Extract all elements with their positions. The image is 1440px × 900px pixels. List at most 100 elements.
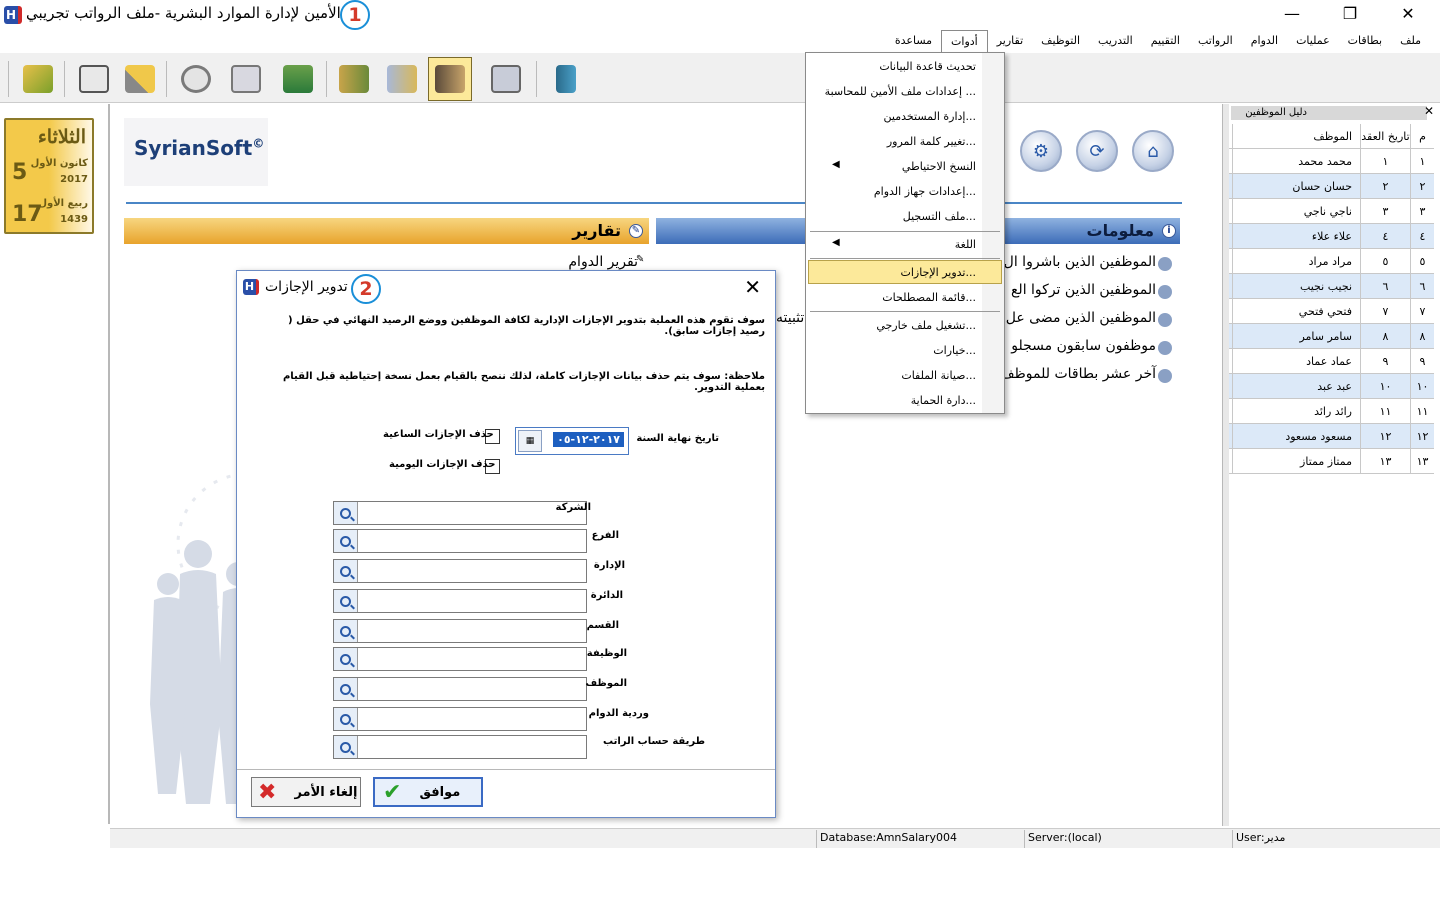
info-link-4[interactable]: موظفون سابقون مسجلو (1011, 338, 1156, 354)
column-header-employee[interactable]: الموظف (1232, 124, 1360, 149)
menu-item-attendance-device[interactable]: إعدادات جهاز الدوام... (874, 185, 976, 198)
menu-evaluation[interactable]: التقييم (1142, 30, 1189, 52)
documents-icon[interactable] (380, 57, 424, 101)
settings-icon[interactable]: ⚙ (1020, 130, 1062, 172)
row-contract: ٧ (1360, 299, 1410, 324)
search-icon[interactable] (334, 736, 358, 758)
hijri-year: 1439 (60, 214, 88, 225)
menu-item-manage-users[interactable]: إدارة المستخدمين... (884, 110, 976, 123)
menu-item-file-maintenance[interactable]: صيانة الملفات... (901, 369, 976, 382)
shift-lookup-field[interactable] (333, 707, 587, 731)
menu-reports[interactable]: تقارير (988, 30, 1032, 52)
menu-attendance[interactable]: الدوام (1242, 30, 1287, 52)
table-row[interactable]: ٨ ٨ سامر سامر (1229, 324, 1434, 349)
info-link-5[interactable]: آخر عشر بطاقات للموظف (1000, 366, 1156, 382)
menu-help[interactable]: مساعدة (886, 30, 941, 52)
row-employee: محمد محمد (1232, 149, 1360, 174)
application-window: H الأمين لإدارة الموارد البشرية -ملف الر… (0, 0, 1440, 900)
menu-item-backup[interactable]: النسخ الاحتياطي (902, 160, 976, 173)
row-employee: رائد رائد (1232, 399, 1360, 424)
menu-item-rotate-vacations[interactable]: تدوير الإجازات... (901, 266, 976, 279)
menu-item-update-db[interactable]: تحديث قاعدة البيانات (879, 60, 976, 73)
menu-bar: ملف بطاقات عمليات الدوام الرواتب التقييم… (0, 30, 1440, 52)
cancel-button[interactable]: ✖ إلغاء الأمر (251, 777, 361, 807)
calendar-icon[interactable]: ▦ (518, 430, 542, 452)
menu-item-glossary[interactable]: قائمة المصطلحات... (882, 291, 976, 304)
app-logo-icon[interactable]: H (4, 6, 22, 24)
search-icon[interactable] (334, 502, 358, 524)
menu-item-run-external[interactable]: تشغيل ملف خارجي... (876, 319, 976, 332)
books-icon[interactable] (332, 57, 376, 101)
schedule-icon[interactable] (224, 57, 268, 101)
search-icon[interactable] (334, 648, 358, 670)
menu-item-change-password[interactable]: تغيير كلمة المرور... (887, 135, 976, 148)
info-link-label: موظفون سابقون مسجلو (1011, 338, 1156, 354)
clock-icon[interactable] (174, 57, 218, 101)
table-row[interactable]: ٣ ٣ ناجي ناجي (1229, 199, 1434, 224)
folder-refresh-icon[interactable] (16, 57, 60, 101)
search-icon[interactable] (334, 620, 358, 642)
table-row[interactable]: ١٠ ١٠ عبد عبد (1229, 374, 1434, 399)
menu-item-protection[interactable]: دارة الحماية... (911, 394, 976, 407)
exit-door-icon[interactable] (544, 57, 588, 101)
menu-training[interactable]: التدريب (1089, 30, 1142, 52)
column-header-index[interactable]: م (1410, 124, 1434, 149)
salary-method-lookup-field[interactable] (333, 735, 587, 759)
people-icon[interactable] (428, 57, 472, 101)
minimize-button[interactable]: — (1272, 2, 1312, 26)
table-row[interactable]: ٧ ٧ فتحي فتحي (1229, 299, 1434, 324)
table-row[interactable]: ١٣ ١٣ ممتاز ممتاز (1229, 449, 1434, 474)
toolbar-separator (8, 61, 9, 97)
refresh-icon[interactable]: ⟳ (1076, 130, 1118, 172)
wand-icon[interactable] (118, 57, 162, 101)
search-icon[interactable] (334, 678, 358, 700)
close-button[interactable]: ✕ (1388, 2, 1428, 26)
dialog-close-icon[interactable]: ✕ (744, 275, 761, 299)
restore-button[interactable]: ❐ (1330, 2, 1370, 26)
divider (126, 202, 1182, 204)
salary-method-label: طريقة حساب الراتب (603, 736, 705, 747)
menu-file[interactable]: ملف (1391, 30, 1430, 52)
info-link-3[interactable]: الموظفين الذين مضى عل (1006, 310, 1156, 326)
table-row[interactable]: ١ ١ محمد محمد (1229, 149, 1434, 174)
table-row[interactable]: ١٢ ١٢ مسعود مسعود (1229, 424, 1434, 449)
report-link-attendance[interactable]: تقرير الدوام (568, 254, 638, 270)
year-end-date-field[interactable]: ▦ ٢٠١٧-١٢-٠٥ (515, 427, 629, 455)
search-icon[interactable] (334, 530, 358, 552)
menu-item-options[interactable]: خيارات... (933, 344, 976, 357)
panel-close-icon[interactable]: ✕ (1424, 104, 1434, 118)
table-row[interactable]: ٤ ٤ علاء علاء (1229, 224, 1434, 249)
menu-item-language[interactable]: اللغة (955, 238, 976, 251)
table-row[interactable]: ١١ ١١ رائد رائد (1229, 399, 1434, 424)
menu-item-accounting-settings[interactable]: إعدادات ملف الأمين للمحاسبة ... (825, 85, 976, 98)
panel-title: دليل الموظفين (1231, 106, 1427, 120)
calculator-icon[interactable] (484, 57, 528, 101)
info-link-1[interactable]: الموظفين الذين باشروا ال (1004, 254, 1156, 270)
column-header-contract-date[interactable]: تاريخ العقد (1360, 124, 1410, 149)
table-row[interactable]: ٢ ٢ حسان حسان (1229, 174, 1434, 199)
home-icon[interactable]: ⌂ (1132, 130, 1174, 172)
annotation-badge-1: 1 (340, 0, 370, 30)
search-icon[interactable] (334, 590, 358, 612)
row-index: ١٠ (1410, 374, 1434, 399)
menu-tools[interactable]: أدوات (941, 30, 988, 52)
menu-operations[interactable]: عمليات (1287, 30, 1339, 52)
ok-button[interactable]: ✔ موافق (373, 777, 483, 807)
info-link-2[interactable]: الموظفين الذين تركوا الع (1011, 282, 1156, 298)
search-icon[interactable] (334, 560, 358, 582)
employee-card-icon[interactable] (72, 57, 116, 101)
menu-item-log-file[interactable]: ملف التسجيل... (903, 210, 976, 223)
money-icon[interactable] (276, 57, 320, 101)
toolbar-separator (536, 61, 537, 97)
title-bar: H الأمين لإدارة الموارد البشرية -ملف الر… (0, 0, 1440, 30)
search-icon[interactable] (334, 708, 358, 730)
table-row[interactable]: ٦ ٦ نجيب نجيب (1229, 274, 1434, 299)
toolbar-separator (64, 61, 65, 97)
menu-cards[interactable]: بطاقات (1339, 30, 1391, 52)
table-row[interactable]: ٩ ٩ عماد عماد (1229, 349, 1434, 374)
menu-recruitment[interactable]: التوظيف (1032, 30, 1089, 52)
row-index: ٣ (1410, 199, 1434, 224)
menu-gutter (982, 53, 1004, 413)
table-row[interactable]: ٥ ٥ مراد مراد (1229, 249, 1434, 274)
menu-salaries[interactable]: الرواتب (1189, 30, 1242, 52)
